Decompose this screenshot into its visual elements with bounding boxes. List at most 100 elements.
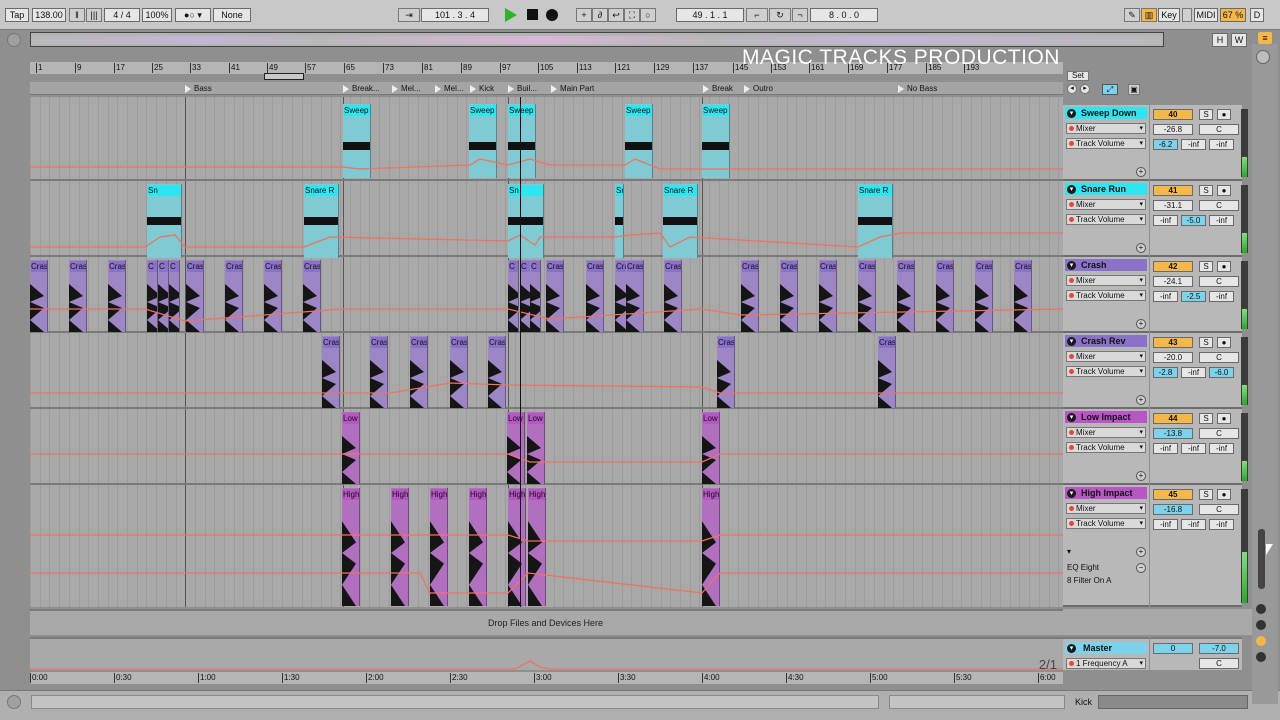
pan-field[interactable]: C	[1199, 428, 1239, 439]
arm-button[interactable]: ●	[1217, 261, 1231, 272]
track-number[interactable]: 41	[1153, 185, 1193, 196]
track-number[interactable]: 43	[1153, 337, 1193, 348]
track-number[interactable]: 45	[1153, 489, 1193, 500]
key-in-icon[interactable]	[1182, 8, 1192, 22]
add-lane-icon[interactable]: +	[1136, 547, 1146, 557]
locator-marker[interactable]: Buil...	[508, 83, 537, 94]
fold-lanes-icon[interactable]: ▾	[1067, 547, 1071, 556]
track-number[interactable]: 40	[1153, 109, 1193, 120]
track-fold-icon[interactable]: ▾	[1067, 261, 1076, 270]
add-lane-icon[interactable]: +	[1136, 319, 1146, 329]
master-volume-field[interactable]: 0	[1153, 643, 1193, 654]
loop-start-field[interactable]: 49 . 1 . 1	[676, 8, 744, 22]
track-number[interactable]: 44	[1153, 413, 1193, 424]
track-name[interactable]: Snare Run	[1065, 183, 1147, 195]
locator-strip[interactable]: Bass Break... Mel... Mel... Kick Buil... Main …	[30, 82, 1063, 95]
lane-value-3[interactable]: -inf	[1209, 519, 1234, 530]
loop-switch-icon[interactable]: ↻	[769, 8, 791, 22]
automation-mode-icon[interactable]: ⤢	[1102, 84, 1118, 95]
track-fold-icon[interactable]: ▾	[1067, 337, 1076, 346]
overview-w-button[interactable]: W	[1231, 33, 1247, 47]
lane-value-1[interactable]: -inf	[1153, 443, 1178, 454]
capture-icon[interactable]: ⛶	[624, 8, 640, 22]
device-chooser[interactable]: Mixer ▾	[1066, 351, 1146, 362]
prev-locator-icon[interactable]: ◂	[1067, 84, 1077, 94]
lane-value-3[interactable]: -inf	[1209, 139, 1234, 150]
locator-marker[interactable]: Break	[703, 83, 733, 94]
arm-button[interactable]: ●	[1217, 109, 1231, 120]
time-ruler[interactable]: 0:00 0:30 1:00 1:30 2:00 2:30 3:00 3:30 4:00 4:30…	[30, 672, 1063, 684]
stop-icon[interactable]	[527, 9, 538, 20]
parameter-chooser[interactable]: Track Volume ▾	[1066, 366, 1146, 377]
nudge-down-icon[interactable]: ‖	[69, 8, 85, 22]
sends-toggle-icon[interactable]	[1256, 620, 1266, 630]
status-circle-icon[interactable]	[7, 695, 21, 709]
punch-in-icon[interactable]: ⌐	[746, 8, 768, 22]
solo-button[interactable]: S	[1199, 337, 1213, 348]
lane-value-1[interactable]: -inf	[1153, 215, 1178, 226]
arrangement-overview[interactable]	[30, 32, 1164, 47]
lane-value-2[interactable]: -inf	[1181, 443, 1206, 454]
locator-marker[interactable]: No Bass	[898, 83, 937, 94]
device-chooser[interactable]: Mixer ▾	[1066, 275, 1146, 286]
track-header[interactable]: Crash Rev ▾ Mixer ▾ Track Volume ▾ +	[1063, 333, 1149, 409]
lane-value-1[interactable]: -inf	[1153, 291, 1178, 302]
track-fold-icon[interactable]: ▾	[1067, 489, 1076, 498]
pan-field[interactable]: C	[1199, 200, 1239, 211]
reenable-automation-icon[interactable]: ↩	[608, 8, 624, 22]
volume-field[interactable]: -16.8	[1153, 504, 1193, 515]
track-name[interactable]: Low Impact	[1065, 411, 1147, 423]
pan-field[interactable]: C	[1199, 352, 1239, 363]
tap-button[interactable]: Tap	[5, 8, 29, 22]
track-header[interactable]: High Impact ▾ Mixer ▾ Track Volume ▾ + ▾ EQ Eigh…	[1063, 485, 1149, 607]
pan-field[interactable]: C	[1199, 124, 1239, 135]
next-locator-icon[interactable]: ▸	[1080, 84, 1090, 94]
arm-button[interactable]: ●	[1217, 413, 1231, 424]
track-header[interactable]: Snare Run ▾ Mixer ▾ Track Volume ▾ +	[1063, 181, 1149, 257]
parameter-chooser[interactable]: Track Volume ▾	[1066, 442, 1146, 453]
play-icon[interactable]	[505, 8, 517, 22]
lane-value-2[interactable]: -inf	[1181, 519, 1206, 530]
lane-value-2[interactable]: -5.0	[1181, 215, 1206, 226]
punch-out-icon[interactable]: ¬	[792, 8, 808, 22]
track-name[interactable]: High Impact	[1065, 487, 1147, 499]
time-signature-field[interactable]: 4 / 4	[104, 8, 140, 22]
device-chooser[interactable]: Mixer ▾	[1066, 427, 1146, 438]
lane-value-1[interactable]: -6.2	[1153, 139, 1178, 150]
nudge-up-icon[interactable]: |||	[86, 8, 102, 22]
key-map-button[interactable]: Key	[1158, 8, 1180, 22]
lane-value-1[interactable]: -2.8	[1153, 367, 1178, 378]
track-fold-icon[interactable]: ▾	[1067, 185, 1076, 194]
pan-field[interactable]: C	[1199, 276, 1239, 287]
scroll-thumb[interactable]	[1258, 529, 1265, 589]
solo-button[interactable]: S	[1199, 185, 1213, 196]
loop-brace[interactable]	[264, 73, 304, 80]
arrangement-lanes[interactable]: SweepSweepSweepSweepSweepSnSnare RSnSnSn…	[30, 97, 1063, 607]
locator-marker[interactable]: Mel...	[435, 83, 464, 94]
track-header[interactable]: Low Impact ▾ Mixer ▾ Track Volume ▾ +	[1063, 409, 1149, 485]
loop-length-field[interactable]: 8 . 0 . 0	[810, 8, 878, 22]
midi-map-button[interactable]: MIDI	[1194, 8, 1218, 22]
add-lane-icon[interactable]: +	[1136, 395, 1146, 405]
locator-marker[interactable]: Bass	[185, 83, 212, 94]
solo-button[interactable]: S	[1199, 261, 1213, 272]
master-center-field[interactable]: C	[1199, 658, 1239, 669]
parameter-chooser[interactable]: Track Volume ▾	[1066, 290, 1146, 301]
master-pan-field[interactable]: -7.0	[1199, 643, 1239, 654]
master-fold-icon[interactable]: ▾	[1067, 644, 1076, 653]
menu-icon[interactable]: ≡	[1258, 32, 1272, 44]
metronome-toggle[interactable]: ●○ ▾	[175, 8, 211, 22]
parameter-chooser[interactable]: Track Volume ▾	[1066, 138, 1146, 149]
device-chooser[interactable]: Mixer ▾	[1066, 123, 1146, 134]
solo-button[interactable]: S	[1199, 109, 1213, 120]
lane-value-3[interactable]: -inf	[1209, 215, 1234, 226]
draw-mode-icon[interactable]: ✎	[1124, 8, 1140, 22]
locator-marker[interactable]: Mel...	[392, 83, 421, 94]
set-label[interactable]: Set	[1067, 71, 1089, 81]
add-lane-icon[interactable]: +	[1136, 167, 1146, 177]
add-lane-icon[interactable]: +	[1136, 471, 1146, 481]
solo-button[interactable]: S	[1199, 413, 1213, 424]
drop-area[interactable]: Drop Files and Devices Here	[30, 609, 1063, 635]
lane-value-3[interactable]: -inf	[1209, 443, 1234, 454]
lane-value-2[interactable]: -2.5	[1181, 291, 1206, 302]
